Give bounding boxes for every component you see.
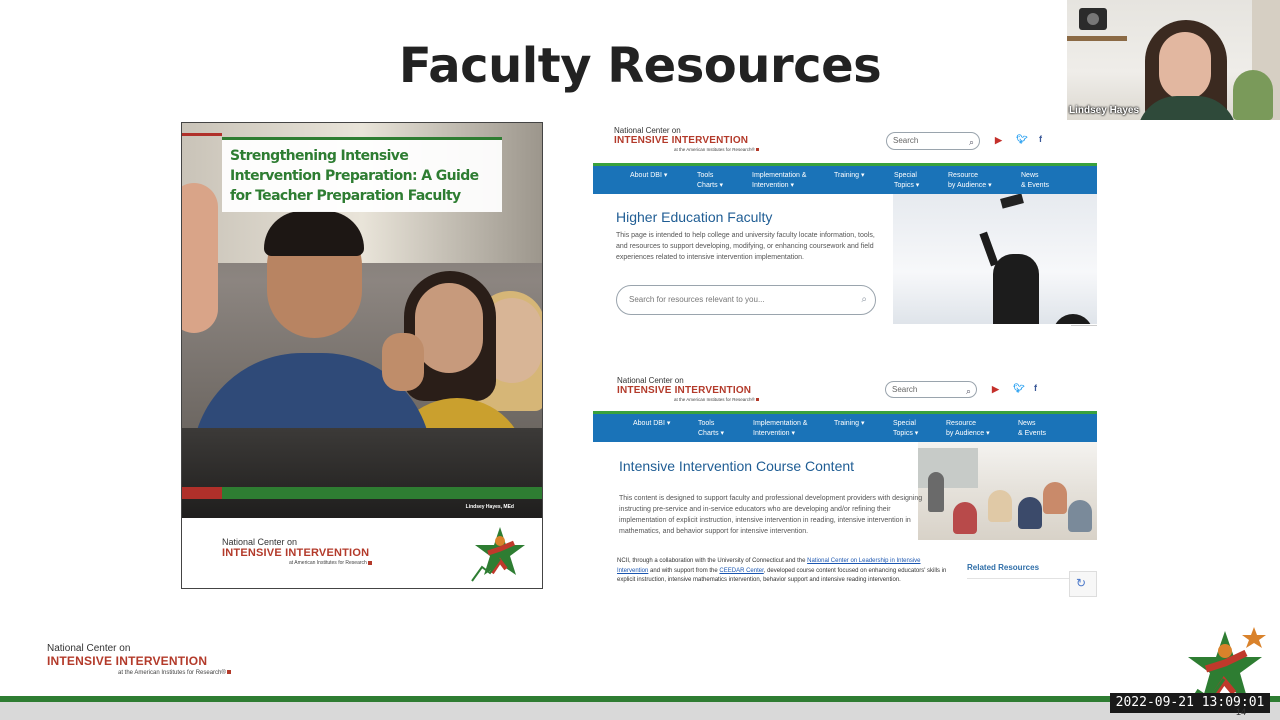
resource-search-placeholder: Search for resources relevant to you... [629,295,765,304]
logo-line3: at the American Institutes for Research® [118,670,226,676]
footer-grey-bar [0,702,1280,720]
recaptcha-icon[interactable]: ↻ [1069,571,1097,597]
cover-logo: National Center on INTENSIVE INTERVENTIO… [222,537,373,567]
collaboration-paragraph: NCII, through a collaboration with the U… [617,558,947,583]
facebook-icon[interactable]: f [1034,383,1037,393]
scroll-handle[interactable] [1071,325,1097,331]
twitter-icon[interactable]: 🐦︎ [1013,383,1024,394]
page-number: 14 [1236,707,1247,717]
nav-about-dbi[interactable]: About DBI ▾ [630,171,667,181]
cover-photo: Strengthening Intensive Intervention Pre… [182,123,542,518]
main-nav: About DBI ▾ Tools Charts ▾ Implementation… [593,411,1097,442]
logo-line2: INTENSIVE INTERVENTION [222,547,370,559]
cover-author: Lindsey Hayes, MEd [465,504,514,510]
classroom-image [918,442,1097,540]
nav-resource-audience[interactable]: Resource by Audience ▾ [948,171,992,191]
logo-line3: at the American Institutes for Research® [674,397,755,402]
nav-special-topics[interactable]: Special Topics ▾ [893,419,918,439]
site-logo[interactable]: National Center on INTENSIVE INTERVENTIO… [614,126,760,153]
logo-line2: INTENSIVE INTERVENTION [614,135,749,146]
site-search-input[interactable]: Search ⌕ [886,132,980,150]
search-placeholder: Search [893,136,919,145]
nav-tools-charts[interactable]: Tools Charts ▾ [697,171,723,191]
youtube-icon[interactable]: ▶ [992,384,999,395]
logo-line1: National Center on [614,126,681,135]
page-intro: This page is intended to help college an… [616,232,875,261]
search-placeholder: Search [892,385,918,394]
logo-line1: National Center on [617,376,684,385]
site-logo[interactable]: National Center on INTENSIVE INTERVENTIO… [617,376,760,403]
logo-line3: at American Institutes for Research [289,560,367,566]
facebook-icon[interactable]: f [1039,134,1042,144]
logo-line2: INTENSIVE INTERVENTION [617,385,752,396]
web-page-higher-ed: National Center on INTENSIVE INTERVENTIO… [593,122,1097,332]
site-search-input[interactable]: Search ⌕ [885,381,977,398]
cover-title-box: Strengthening Intensive Intervention Pre… [222,137,502,212]
ncii-mascot-icon [471,527,525,582]
graduation-hero-image [893,194,1097,324]
logo-line1: National Center on [47,643,131,654]
cover-title: Strengthening Intensive Intervention Pre… [230,148,479,204]
nav-tools-charts[interactable]: Tools Charts ▾ [698,419,724,439]
search-icon[interactable]: ⌕ [861,286,867,314]
twitter-icon[interactable]: 🐦︎ [1016,134,1027,145]
logo-line2: INTENSIVE INTERVENTION [47,654,208,668]
nav-training[interactable]: Training ▾ [834,171,865,181]
webcam-video-tile[interactable]: Lindsey Hayes [1067,0,1280,120]
nav-news-events[interactable]: News & Events [1018,419,1046,439]
slide: Faculty Resources Strengthening Intensiv… [0,0,1280,720]
search-icon[interactable]: ⌕ [966,383,971,399]
logo-line1: National Center on [222,537,298,547]
page-intro: This content is designed to support facu… [619,495,923,535]
page-heading: Higher Education Faculty [616,209,773,225]
main-nav: About DBI ▾ Tools Charts ▾ Implementation… [593,163,1097,194]
footer-logo: National Center on INTENSIVE INTERVENTIO… [47,643,232,678]
guide-cover: Strengthening Intensive Intervention Pre… [181,122,543,589]
nav-special-topics[interactable]: Special Topics ▾ [894,171,919,191]
participant-name: Lindsey Hayes [1069,105,1140,116]
nav-training[interactable]: Training ▾ [834,419,865,429]
nav-about-dbi[interactable]: About DBI ▾ [633,419,670,429]
ceedar-link[interactable]: CEEDAR Center [719,568,763,574]
youtube-icon[interactable]: ▶ [995,135,1002,146]
logo-line3: at the American Institutes for Research® [674,147,755,152]
web-page-course-content: National Center on INTENSIVE INTERVENTIO… [593,371,1097,597]
nav-resource-audience[interactable]: Resource by Audience ▾ [946,419,990,439]
search-icon[interactable]: ⌕ [969,134,974,150]
related-resources-heading: Related Resources [967,563,1040,572]
nav-implementation[interactable]: Implementation & Intervention ▾ [752,171,806,191]
nav-news-events[interactable]: News & Events [1021,171,1049,191]
resource-search-input[interactable]: Search for resources relevant to you... … [616,285,876,315]
page-heading: Intensive Intervention Course Content [619,458,855,474]
nav-implementation[interactable]: Implementation & Intervention ▾ [753,419,807,439]
